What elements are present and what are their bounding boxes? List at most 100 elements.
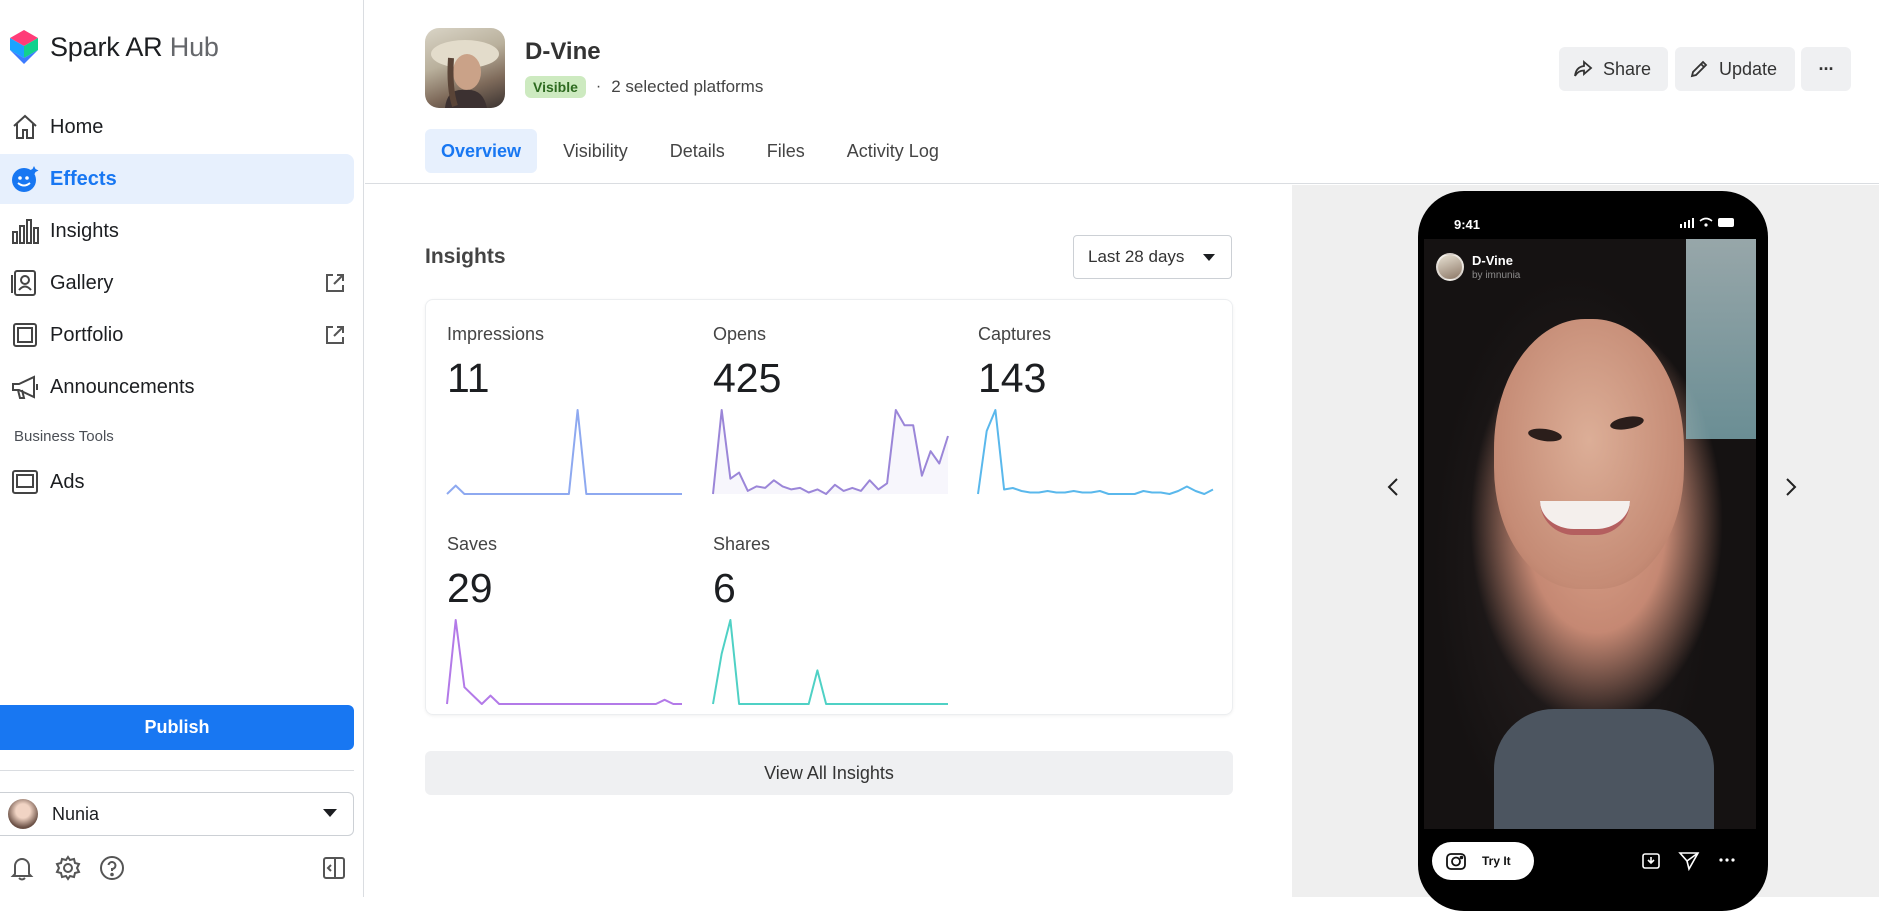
- update-button[interactable]: Update: [1675, 47, 1795, 91]
- account-name: Nunia: [52, 803, 100, 824]
- divider: [0, 770, 354, 771]
- caret-down-icon: [323, 809, 337, 817]
- home-icon: [9, 111, 41, 143]
- tab-bar: Overview Visibility Details Files Activi…: [425, 129, 965, 173]
- sparkline-chart: [712, 409, 949, 495]
- preview-face: [1494, 319, 1684, 589]
- brand-name: Spark AR Hub: [50, 32, 219, 63]
- metric-captures: Captures 143: [977, 324, 1214, 495]
- date-range-dropdown[interactable]: Last 28 days: [1073, 235, 1232, 279]
- sparkline-line: [446, 409, 682, 495]
- sidebar-item-effects[interactable]: Effects: [0, 154, 354, 204]
- insights-panel: Insights Last 28 days Impressions 11 Ope…: [365, 185, 1292, 897]
- brand-suffix: Hub: [169, 31, 219, 62]
- more-options-button[interactable]: ···: [1801, 47, 1851, 91]
- status-bar-icons: [1680, 217, 1734, 228]
- insights-card: Impressions 11 Opens 425 Captures 143 Sa…: [425, 299, 1233, 715]
- metric-label: Saves: [447, 534, 498, 554]
- metric-value: 29: [447, 565, 493, 611]
- sparkline-line: [712, 619, 948, 705]
- metric-value: 143: [978, 355, 1047, 401]
- account-selector[interactable]: Nunia: [0, 792, 354, 836]
- sidebar-item-label: Announcements: [50, 375, 195, 398]
- collapse-sidebar-icon[interactable]: [320, 854, 348, 882]
- gallery-icon: [9, 267, 41, 299]
- megaphone-icon: [9, 371, 41, 403]
- effect-preview: 9:41 D-Vine by imnunia Try It: [1292, 185, 1879, 911]
- publish-button[interactable]: Publish: [0, 705, 354, 750]
- tab-visibility[interactable]: Visibility: [547, 129, 644, 173]
- avatar: [8, 799, 38, 829]
- effect-meta: Visible · 2 selected platforms: [525, 76, 763, 98]
- sidebar-nav: Home Effects Insights Gallery Portfolio …: [0, 102, 364, 509]
- sidebar-item-label: Insights: [50, 219, 119, 242]
- effects-icon: [9, 163, 41, 195]
- effect-thumbnail: [425, 28, 505, 108]
- phone-mockup: 9:41 D-Vine by imnunia Try It: [1418, 191, 1768, 911]
- sparkline-line: [446, 619, 682, 705]
- sidebar-item-label: Ads: [50, 470, 85, 493]
- send-icon[interactable]: [1678, 849, 1700, 871]
- sparkline-area: [713, 410, 948, 494]
- share-icon: [1574, 60, 1593, 77]
- camera-icon: [1446, 853, 1466, 870]
- bell-icon[interactable]: [8, 854, 36, 882]
- date-range-label: Last 28 days: [1088, 247, 1185, 266]
- metric-value: 11: [447, 355, 490, 401]
- background-pattern: [1686, 239, 1756, 439]
- try-it-label: Try It: [1482, 854, 1511, 868]
- metric-label: Captures: [978, 324, 1052, 344]
- more-icon: ···: [1818, 58, 1835, 79]
- sidebar: Spark AR Hub Home Effects Insights Galle…: [0, 0, 364, 897]
- overlay-effect-name: D-Vine: [1472, 253, 1513, 268]
- sidebar-item-home[interactable]: Home: [0, 102, 354, 152]
- tab-overview[interactable]: Overview: [425, 129, 538, 173]
- external-link-icon: [326, 326, 344, 344]
- chevron-left-icon[interactable]: [1382, 475, 1406, 499]
- sidebar-item-label: Portfolio: [50, 323, 124, 346]
- sidebar-item-announcements[interactable]: Announcements: [0, 362, 354, 412]
- metric-value: 425: [713, 355, 782, 401]
- preview-shirt: [1494, 709, 1714, 829]
- sparkline-line: [977, 409, 1214, 495]
- share-button[interactable]: Share: [1559, 47, 1668, 91]
- metric-opens: Opens 425: [712, 324, 949, 495]
- gear-icon[interactable]: [54, 854, 82, 882]
- portfolio-icon: [9, 319, 41, 351]
- metric-label: Opens: [713, 324, 767, 344]
- tab-files[interactable]: Files: [751, 129, 821, 173]
- chevron-right-icon[interactable]: [1778, 475, 1802, 499]
- page-title: D-Vine: [525, 38, 601, 65]
- metric-label: Impressions: [447, 324, 545, 344]
- sidebar-item-portfolio[interactable]: Portfolio: [0, 310, 354, 360]
- sidebar-item-label: Gallery: [50, 271, 114, 294]
- effect-overlay-header: D-Vine by imnunia: [1436, 253, 1520, 281]
- save-effect-icon[interactable]: [1640, 849, 1662, 871]
- sparkline-chart: [977, 409, 1214, 495]
- caret-down-icon: [1203, 254, 1215, 261]
- more-icon[interactable]: [1716, 849, 1738, 871]
- sidebar-item-insights[interactable]: Insights: [0, 206, 354, 256]
- metric-label: Shares: [713, 534, 771, 554]
- share-label: Share: [1603, 58, 1652, 79]
- update-label: Update: [1719, 58, 1778, 79]
- metric-shares: Shares 6: [712, 534, 948, 705]
- brand-logo[interactable]: Spark AR Hub: [8, 28, 219, 66]
- avatar: [1436, 253, 1464, 281]
- help-icon[interactable]: [98, 854, 126, 882]
- sidebar-item-label: Effects: [50, 167, 117, 190]
- status-time: 9:41: [1454, 217, 1481, 232]
- platforms-text: 2 selected platforms: [611, 77, 764, 96]
- tab-details[interactable]: Details: [654, 129, 741, 173]
- sidebar-item-gallery[interactable]: Gallery: [0, 258, 354, 308]
- metric-value: 6: [713, 565, 736, 611]
- view-all-insights-button[interactable]: View All Insights: [425, 751, 1233, 795]
- sidebar-item-ads[interactable]: Ads: [0, 457, 354, 507]
- pencil-icon: [1690, 60, 1708, 78]
- metric-impressions: Impressions 11: [446, 324, 682, 495]
- tab-activity-log[interactable]: Activity Log: [831, 129, 955, 173]
- camera-preview: D-Vine by imnunia: [1424, 239, 1756, 829]
- try-it-button[interactable]: Try It: [1432, 842, 1534, 880]
- effect-header: D-Vine Visible · 2 selected platforms Ov…: [365, 0, 1879, 184]
- external-link-icon: [326, 274, 344, 292]
